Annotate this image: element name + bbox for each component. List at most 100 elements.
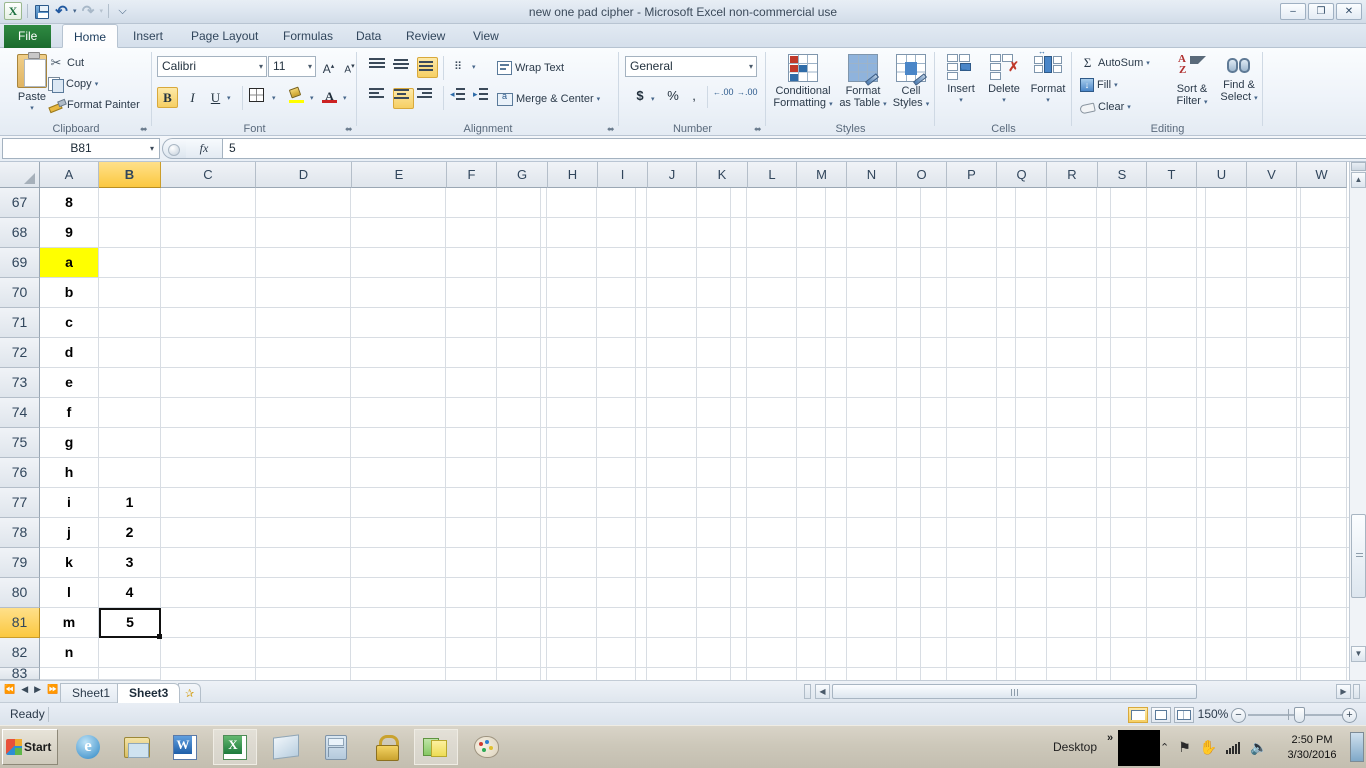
- cell-B75[interactable]: [99, 428, 161, 458]
- merge-caret-icon[interactable]: ▾: [597, 95, 601, 103]
- cell-A75[interactable]: g: [40, 428, 99, 458]
- fill-caret-icon[interactable]: ▾: [1114, 81, 1118, 89]
- network-signal-icon[interactable]: [1226, 741, 1241, 754]
- page-break-view-button[interactable]: [1174, 707, 1194, 723]
- cut-button[interactable]: ✂ Cut: [48, 54, 85, 72]
- first-sheet-button[interactable]: ⏪: [4, 684, 15, 695]
- cell-A72[interactable]: d: [40, 338, 99, 368]
- cell-B82[interactable]: [99, 638, 161, 668]
- insert-cells-button[interactable]: ← Insert ▾: [941, 54, 981, 107]
- column-header-Q[interactable]: Q: [997, 162, 1047, 188]
- bold-button[interactable]: B: [157, 87, 178, 108]
- column-header-D[interactable]: D: [256, 162, 352, 188]
- next-sheet-button[interactable]: ▶: [34, 684, 41, 695]
- column-header-N[interactable]: N: [847, 162, 897, 188]
- clipboard-dialog-launcher[interactable]: ⬌: [140, 125, 149, 134]
- restore-button[interactable]: ❐: [1308, 3, 1334, 20]
- format-cells-button[interactable]: ↔ Format ▾: [1027, 48, 1069, 107]
- column-header-P[interactable]: P: [947, 162, 997, 188]
- number-dialog-launcher[interactable]: ⬌: [754, 125, 763, 134]
- row-header-77[interactable]: 77: [0, 488, 40, 518]
- scroll-up-button[interactable]: ▲: [1351, 172, 1366, 188]
- fill-color-button[interactable]: [288, 86, 310, 109]
- row-header-68[interactable]: 68: [0, 218, 40, 248]
- cell-B73[interactable]: [99, 368, 161, 398]
- italic-button[interactable]: I: [182, 87, 203, 108]
- cell-A80[interactable]: l: [40, 578, 99, 608]
- row-header-78[interactable]: 78: [0, 518, 40, 548]
- alignment-dialog-launcher[interactable]: ⬌: [607, 125, 616, 134]
- align-middle-button[interactable]: [393, 57, 414, 78]
- tab-insert[interactable]: Insert: [122, 24, 174, 48]
- comma-button[interactable]: ,: [687, 88, 701, 103]
- desktop-overflow-icon[interactable]: »: [1107, 732, 1113, 744]
- merge-center-button[interactable]: Merge & Center ▾: [497, 90, 600, 108]
- sheet-tab-sheet1[interactable]: Sheet1: [60, 683, 123, 703]
- close-button[interactable]: ✕: [1336, 3, 1362, 20]
- find-select-button[interactable]: Find & Select ▾: [1216, 54, 1262, 105]
- tab-formulas[interactable]: Formulas: [272, 24, 344, 48]
- column-header-A[interactable]: A: [40, 162, 99, 188]
- clear-caret-icon[interactable]: ▾: [1127, 103, 1131, 111]
- cell-A81[interactable]: m: [40, 608, 99, 638]
- horizontal-split-handle[interactable]: [804, 684, 811, 699]
- borders-caret-icon[interactable]: ▾: [272, 94, 276, 102]
- decrease-indent-button[interactable]: ◂: [450, 88, 471, 109]
- name-box[interactable]: B81 ▾: [2, 138, 160, 159]
- cell-B67[interactable]: [99, 188, 161, 218]
- volume-icon[interactable]: 🔈: [1250, 739, 1267, 756]
- underline-button[interactable]: U: [205, 87, 226, 108]
- percent-button[interactable]: %: [665, 88, 681, 103]
- clear-button[interactable]: Clear ▾: [1080, 98, 1131, 116]
- autosum-caret-icon[interactable]: ▾: [1146, 59, 1150, 67]
- cell-B79[interactable]: 3: [99, 548, 161, 578]
- taskbar-item-microsoft-word[interactable]: [163, 729, 207, 765]
- chevron-down-icon[interactable]: ▾: [259, 57, 263, 76]
- prev-sheet-button[interactable]: ◀: [21, 684, 28, 695]
- cell-B70[interactable]: [99, 278, 161, 308]
- align-left-button[interactable]: [369, 88, 390, 109]
- start-button[interactable]: Start: [2, 729, 58, 765]
- sort-filter-button[interactable]: AZ Sort & Filter ▾: [1170, 54, 1214, 109]
- grow-font-button[interactable]: A▴: [318, 56, 339, 77]
- column-header-K[interactable]: K: [697, 162, 748, 188]
- cell-A79[interactable]: k: [40, 548, 99, 578]
- cell-A83[interactable]: [40, 668, 99, 680]
- cell-B76[interactable]: [99, 458, 161, 488]
- cell-B74[interactable]: [99, 398, 161, 428]
- cell-A73[interactable]: e: [40, 368, 99, 398]
- copy-caret-icon[interactable]: ▾: [95, 80, 99, 88]
- taskbar-item-paint[interactable]: [464, 729, 508, 765]
- last-sheet-button[interactable]: ⏩: [47, 684, 58, 695]
- tab-home[interactable]: Home: [62, 24, 119, 48]
- copy-button[interactable]: Copy ▾: [48, 75, 98, 93]
- tab-view[interactable]: View: [462, 24, 510, 48]
- zoom-out-button[interactable]: −: [1231, 708, 1246, 723]
- cell-A67[interactable]: 8: [40, 188, 99, 218]
- align-top-button[interactable]: [369, 57, 390, 78]
- cell-A70[interactable]: b: [40, 278, 99, 308]
- cell-B80[interactable]: 4: [99, 578, 161, 608]
- number-format-select[interactable]: General ▾: [625, 56, 757, 77]
- tab-file[interactable]: File: [4, 25, 52, 48]
- column-header-G[interactable]: G: [497, 162, 548, 188]
- column-header-M[interactable]: M: [797, 162, 847, 188]
- column-header-C[interactable]: C: [161, 162, 256, 188]
- column-header-F[interactable]: F: [447, 162, 497, 188]
- taskbar-item-file-explorer[interactable]: [115, 729, 159, 765]
- column-header-W[interactable]: W: [1297, 162, 1347, 188]
- formula-input[interactable]: 5: [222, 138, 1366, 159]
- column-header-J[interactable]: J: [648, 162, 697, 188]
- caret-icon[interactable]: ▾: [1002, 95, 1006, 107]
- caret-icon[interactable]: ▾: [883, 101, 887, 108]
- column-header-U[interactable]: U: [1197, 162, 1247, 188]
- caret-icon[interactable]: ▾: [959, 95, 963, 107]
- cell-A78[interactable]: j: [40, 518, 99, 548]
- row-header-83[interactable]: 83: [0, 668, 40, 680]
- cell-B68[interactable]: [99, 218, 161, 248]
- tray-action-icon[interactable]: ✋: [1200, 739, 1217, 756]
- vertical-scrollbar[interactable]: ▲ ▼: [1349, 162, 1366, 680]
- insert-function-icon[interactable]: fx: [186, 138, 222, 159]
- cell-styles-button[interactable]: Cell Styles ▾: [890, 54, 932, 111]
- align-center-button[interactable]: [393, 88, 414, 109]
